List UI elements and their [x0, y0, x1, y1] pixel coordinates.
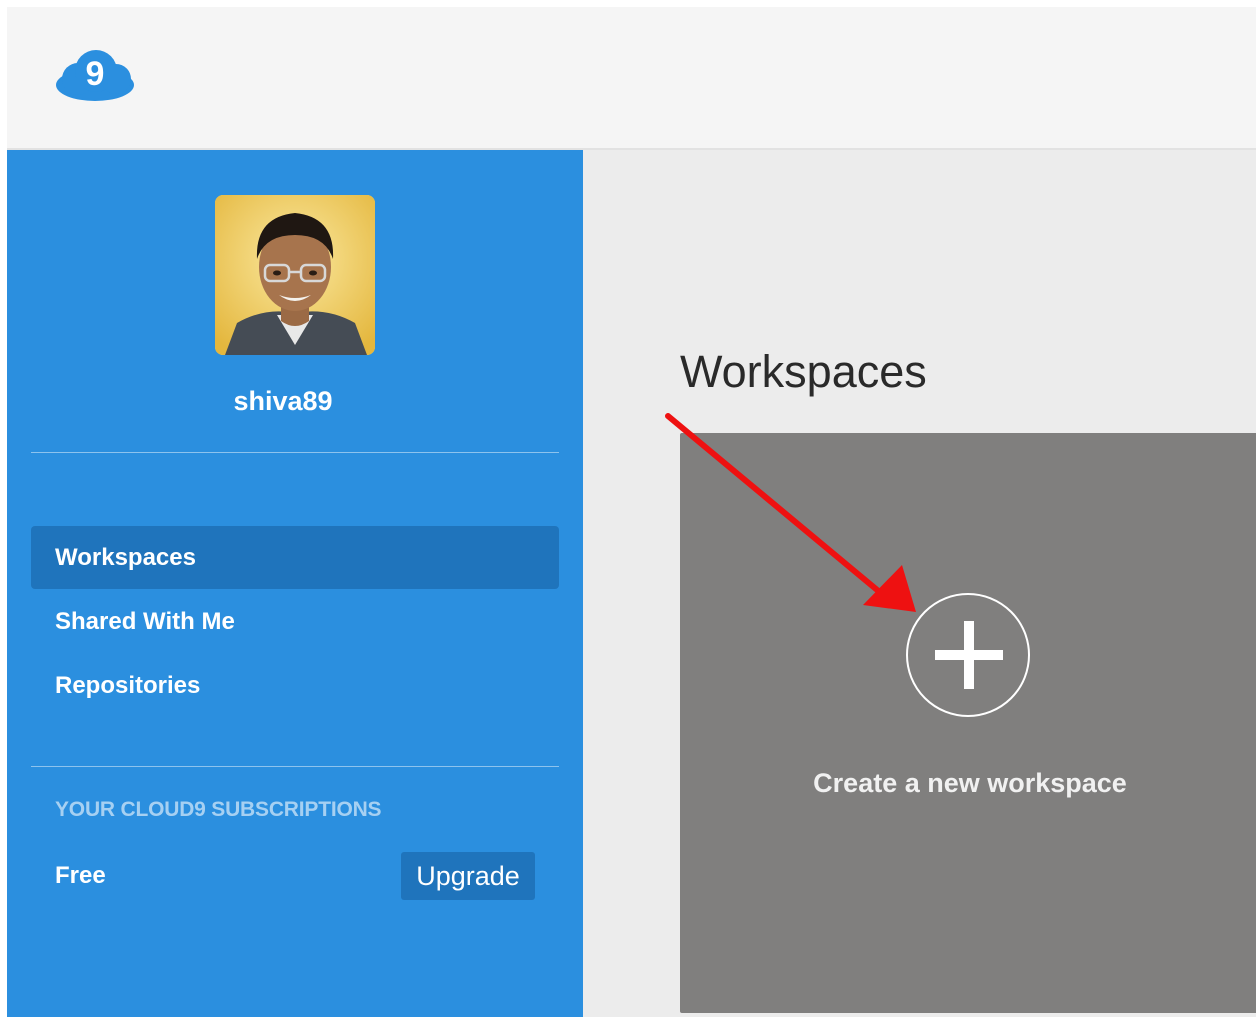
app-frame: 9 shiva89 Workspaces Shared With Me Repo… — [7, 7, 1256, 1017]
subscriptions-heading: YOUR CLOUD9 SUBSCRIPTIONS — [55, 798, 382, 821]
plan-name: Free — [55, 862, 106, 889]
cloud9-logo-icon[interactable]: 9 — [54, 49, 136, 101]
create-workspace-label[interactable]: Create a new workspace — [680, 768, 1256, 799]
user-avatar[interactable] — [215, 195, 375, 355]
create-workspace-card[interactable]: Create a new workspace — [680, 433, 1256, 1013]
plus-circle-icon[interactable] — [906, 593, 1030, 717]
divider — [31, 452, 559, 453]
nav-item-repositories[interactable]: Repositories — [31, 654, 559, 717]
upgrade-button[interactable]: Upgrade — [401, 852, 535, 900]
main-content: Workspaces Create a new workspace — [583, 150, 1256, 1017]
nav-item-workspaces[interactable]: Workspaces — [31, 526, 559, 589]
sidebar: shiva89 Workspaces Shared With Me Reposi… — [7, 150, 583, 1017]
top-bar: 9 — [7, 7, 1256, 150]
page-title: Workspaces — [680, 346, 927, 397]
username[interactable]: shiva89 — [7, 386, 559, 417]
logo-text: 9 — [86, 55, 105, 93]
divider — [31, 766, 559, 767]
nav-item-shared-with-me[interactable]: Shared With Me — [31, 590, 559, 653]
